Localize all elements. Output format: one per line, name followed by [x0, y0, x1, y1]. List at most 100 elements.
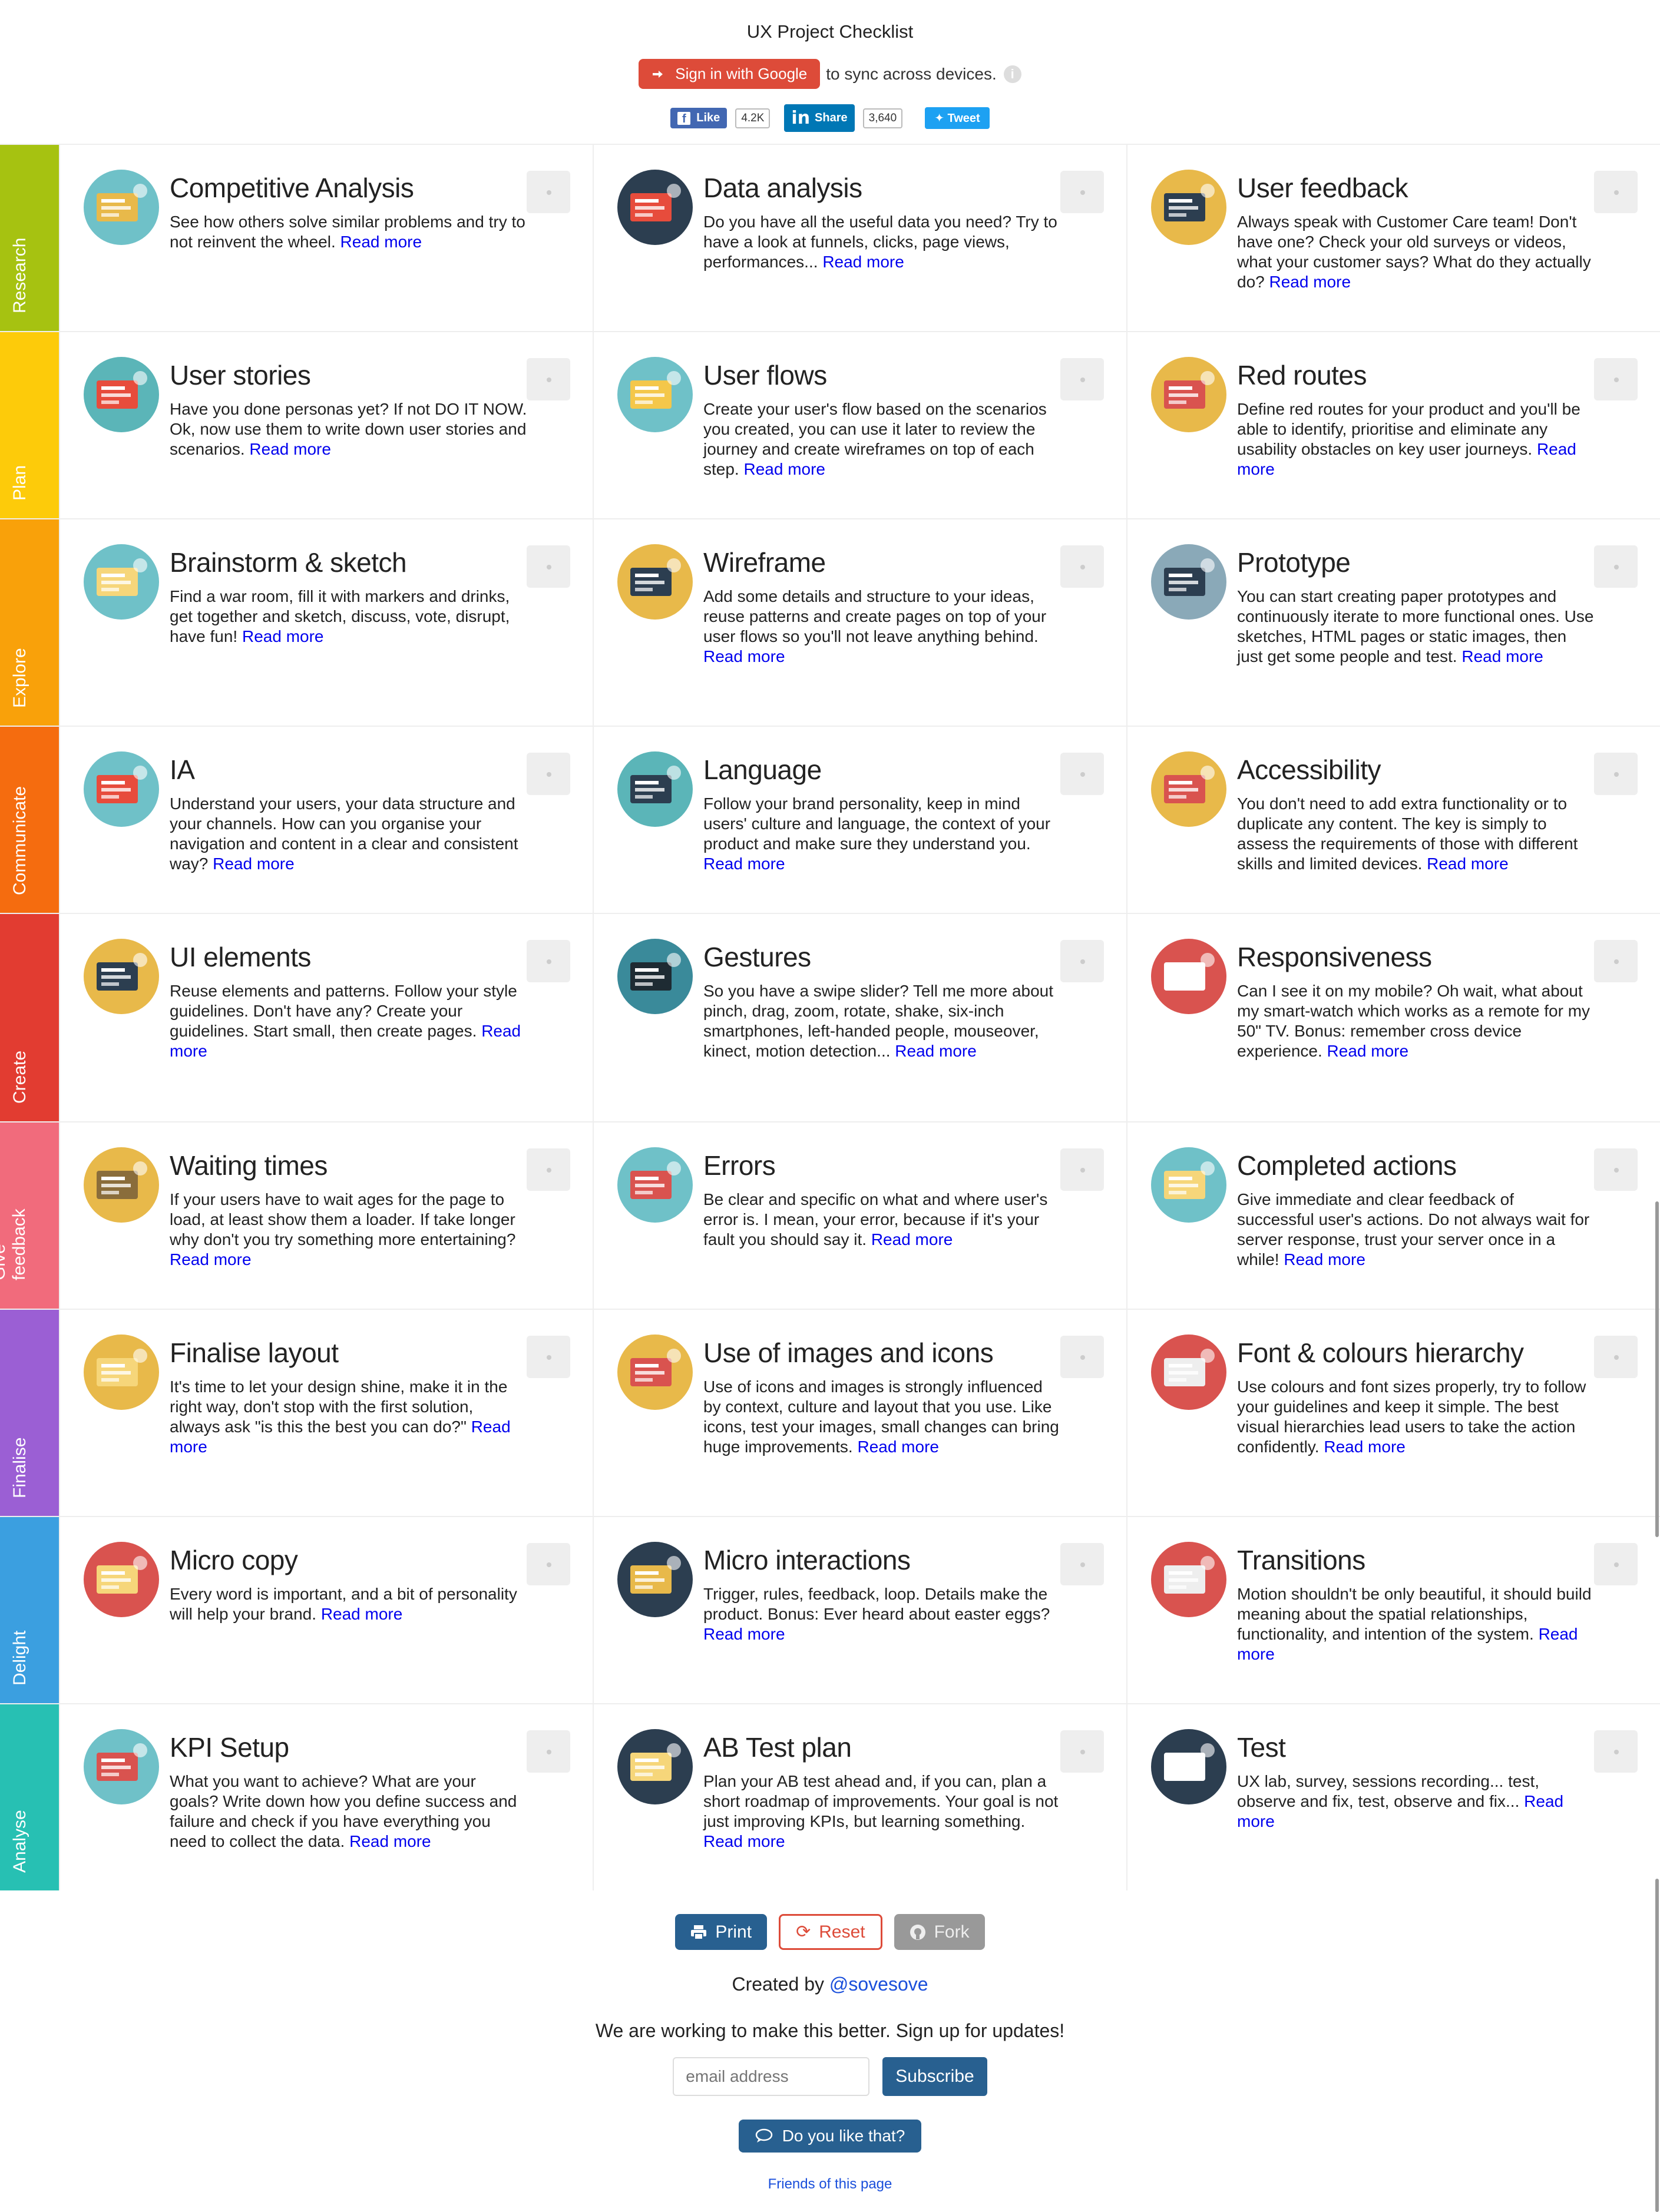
card-description: UX lab, survey, sessions recording... te… — [1237, 1771, 1619, 1832]
card-description: Use colours and font sizes properly, try… — [1237, 1377, 1619, 1457]
done-checkbox[interactable] — [527, 358, 570, 400]
read-more-link[interactable]: Read more — [703, 1832, 785, 1850]
social-buttons: f Like 4.2K in Share 3,640 ✦ Tweet — [0, 104, 1660, 132]
done-checkbox[interactable] — [527, 1730, 570, 1773]
done-checkbox[interactable] — [1060, 358, 1104, 400]
card-red-routes: Red routes Define red routes for your pro… — [1126, 332, 1660, 518]
card-finalise-layout: Finalise layout It's time to let your des… — [59, 1310, 593, 1516]
created-by-text: Created by — [732, 1973, 824, 1995]
stage-label-bar: Explore — [0, 519, 59, 726]
done-checkbox[interactable] — [1060, 1543, 1104, 1585]
read-more-link[interactable]: Read more — [1461, 647, 1543, 665]
done-checkbox[interactable] — [1594, 171, 1638, 213]
done-checkbox[interactable] — [1060, 171, 1104, 213]
scrollbar-thumb-lower[interactable] — [1655, 1879, 1659, 2212]
card-text: Add some details and structure to your i… — [703, 587, 1047, 645]
info-icon[interactable]: i — [1003, 65, 1021, 83]
author-link[interactable]: @sovesove — [829, 1973, 928, 1995]
read-more-link[interactable]: Read more — [340, 233, 422, 251]
stage-label: Give feedback — [0, 1208, 29, 1280]
read-more-link[interactable]: Read more — [1269, 273, 1351, 291]
reset-button[interactable]: ⟳ Reset — [779, 1914, 882, 1950]
read-more-link[interactable]: Read more — [213, 855, 295, 873]
card-title: Font & colours hierarchy — [1237, 1337, 1524, 1368]
card-title: Prototype — [1237, 547, 1351, 578]
stage-label: Plan — [10, 465, 29, 501]
done-checkbox[interactable] — [1060, 1148, 1104, 1191]
like-label: Do you like that? — [782, 2127, 905, 2145]
card-description: So you have a swipe slider? Tell me more… — [703, 981, 1085, 1061]
facebook-like-button[interactable]: f Like — [670, 108, 728, 128]
friends-link[interactable]: Friends of this page — [0, 2176, 1660, 2193]
read-more-link[interactable]: Read more — [1284, 1250, 1365, 1269]
like-button[interactable]: Do you like that? — [738, 2120, 922, 2153]
email-input[interactable] — [673, 2057, 870, 2096]
linkedin-share-button[interactable]: in Share — [784, 104, 855, 132]
card-description: Give immediate and clear feedback of suc… — [1237, 1190, 1619, 1270]
done-checkbox[interactable] — [1594, 753, 1638, 795]
done-checkbox[interactable] — [1060, 940, 1104, 982]
print-button[interactable]: Print — [675, 1914, 768, 1950]
done-checkbox[interactable] — [1060, 1336, 1104, 1378]
read-more-link[interactable]: Read more — [895, 1042, 977, 1060]
card-text: Use colours and font sizes properly, try… — [1237, 1377, 1586, 1456]
done-checkbox[interactable] — [527, 753, 570, 795]
card-title: Data analysis — [703, 173, 862, 203]
done-checkbox[interactable] — [1594, 1336, 1638, 1378]
sign-in-google-button[interactable]: Sign in with Google — [639, 59, 821, 89]
card-description: Follow your brand personality, keep in m… — [703, 794, 1085, 874]
card-language: Language Follow your brand personality, k… — [593, 727, 1126, 913]
card-wireframe: Wireframe Add some details and structure … — [593, 519, 1126, 726]
sign-in-label: Sign in with Google — [675, 65, 808, 82]
read-more-link[interactable]: Read more — [1324, 1438, 1406, 1456]
read-more-link[interactable]: Read more — [242, 627, 324, 645]
read-more-link[interactable]: Read more — [349, 1832, 431, 1850]
read-more-link[interactable]: Read more — [857, 1438, 939, 1456]
read-more-link[interactable]: Read more — [1327, 1042, 1409, 1060]
read-more-link[interactable]: Read more — [703, 647, 785, 665]
card-description: You can start creating paper prototypes … — [1237, 587, 1619, 667]
done-checkbox[interactable] — [1594, 1148, 1638, 1191]
read-more-link[interactable]: Read more — [321, 1605, 403, 1623]
card-ui-elements: UI elements Reuse elements and patterns. … — [59, 914, 593, 1121]
read-more-link[interactable]: Read more — [743, 460, 825, 478]
subscribe-button[interactable]: Subscribe — [882, 2057, 987, 2096]
done-checkbox[interactable] — [527, 1336, 570, 1378]
done-checkbox[interactable] — [1594, 358, 1638, 400]
done-checkbox[interactable] — [527, 1148, 570, 1191]
language-icon — [617, 751, 693, 827]
read-more-link[interactable]: Read more — [871, 1230, 953, 1249]
card-responsiveness: Responsiveness Can I see it on my mobile?… — [1126, 914, 1660, 1121]
fork-button[interactable]: Fork — [894, 1914, 985, 1950]
done-checkbox[interactable] — [1594, 1543, 1638, 1585]
card-text: So you have a swipe slider? Tell me more… — [703, 982, 1054, 1060]
done-checkbox[interactable] — [527, 940, 570, 982]
read-more-link[interactable]: Read more — [1427, 855, 1509, 873]
comment-icon — [755, 2128, 772, 2143]
read-more-link[interactable]: Read more — [703, 1625, 785, 1643]
stage-label: Finalise — [10, 1437, 29, 1498]
read-more-link[interactable]: Read more — [170, 1250, 252, 1269]
facebook-like-count: 4.2K — [735, 108, 771, 128]
done-checkbox[interactable] — [1594, 1730, 1638, 1773]
done-checkbox[interactable] — [527, 1543, 570, 1585]
tweet-button[interactable]: ✦ Tweet — [925, 107, 990, 129]
read-more-link[interactable]: Read more — [249, 440, 331, 458]
done-checkbox[interactable] — [1060, 1730, 1104, 1773]
done-checkbox[interactable] — [1060, 545, 1104, 588]
done-checkbox[interactable] — [527, 171, 570, 213]
done-checkbox[interactable] — [527, 545, 570, 588]
read-more-link[interactable]: Read more — [703, 855, 785, 873]
stage-label: Research — [10, 237, 29, 313]
card-title: Responsiveness — [1237, 942, 1432, 972]
done-checkbox[interactable] — [1594, 940, 1638, 982]
stage-label-bar: Give feedback — [0, 1122, 59, 1309]
signup-message: We are working to make this better. Sign… — [595, 2020, 1065, 2041]
print-label: Print — [715, 1922, 752, 1942]
scrollbar-thumb[interactable] — [1655, 1201, 1659, 1537]
done-checkbox[interactable] — [1060, 753, 1104, 795]
read-more-link[interactable]: Read more — [822, 253, 904, 271]
done-checkbox[interactable] — [1594, 545, 1638, 588]
sign-in-icon — [653, 70, 663, 78]
sync-text: to sync across devices. — [826, 64, 997, 83]
